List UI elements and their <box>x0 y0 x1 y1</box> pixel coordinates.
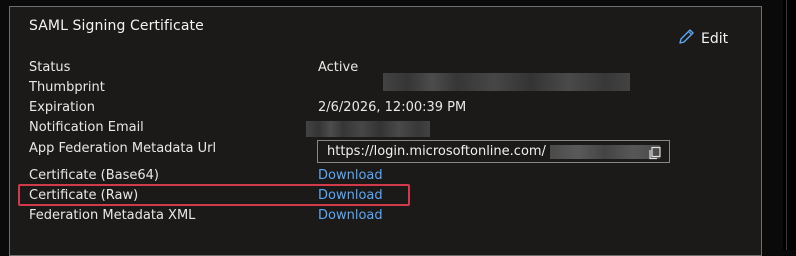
federation-metadata-xml-download-link[interactable]: Download <box>318 208 383 224</box>
status-value: Active <box>318 60 359 75</box>
card-title: SAML Signing Certificate <box>29 18 204 34</box>
edit-button[interactable]: Edit <box>678 28 728 49</box>
metadata-url-text: https://login.microsoftonline.com/ <box>327 144 546 159</box>
right-edge-divider <box>786 0 787 250</box>
notification-email-redacted <box>306 121 430 137</box>
expiration-value: 2/6/2026, 12:00:39 PM <box>318 100 467 115</box>
metadata-url-redacted <box>549 144 660 159</box>
notification-email-label: Notification Email <box>29 120 144 135</box>
right-edge-strip <box>783 0 796 250</box>
metadata-url-field[interactable]: https://login.microsoftonline.com/ <box>317 140 670 163</box>
expiration-label: Expiration <box>29 100 95 115</box>
federation-metadata-xml-label: Federation Metadata XML <box>29 208 196 223</box>
metadata-url-label: App Federation Metadata Url <box>29 141 217 156</box>
copy-icon[interactable] <box>648 145 662 164</box>
pencil-icon <box>678 28 695 49</box>
thumbprint-label: Thumbprint <box>29 80 105 95</box>
certificate-base64-download-link[interactable]: Download <box>318 168 383 184</box>
thumbprint-redacted <box>383 73 630 91</box>
edit-label: Edit <box>701 30 729 47</box>
status-label: Status <box>29 60 71 75</box>
certificate-base64-label: Certificate (Base64) <box>29 168 159 183</box>
certificate-raw-highlight <box>18 184 410 206</box>
